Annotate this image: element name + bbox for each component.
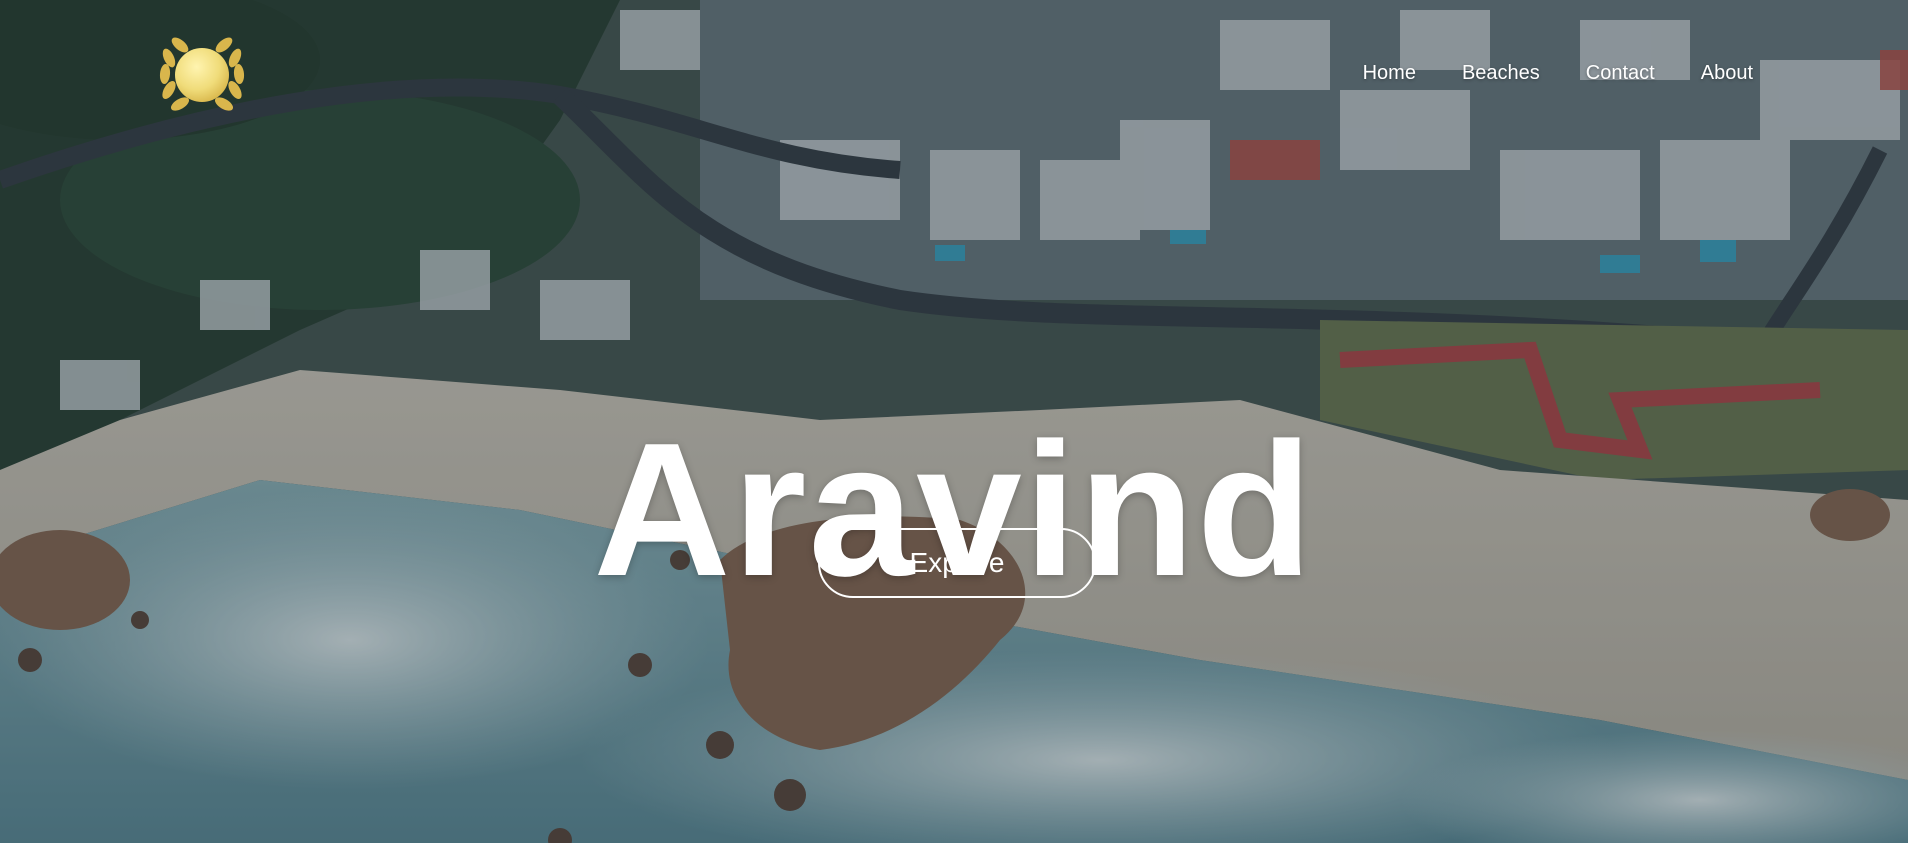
laurel-wreath-logo-icon[interactable] bbox=[155, 30, 249, 120]
nav-contact-link[interactable]: Contact bbox=[1586, 62, 1655, 85]
explore-button-label: Explore bbox=[909, 547, 1005, 578]
main-nav: Home Beaches Contact About bbox=[1317, 62, 1753, 85]
explore-button[interactable]: Explore bbox=[818, 528, 1096, 598]
hero-section: Home Beaches Contact About Aravind Explo… bbox=[0, 0, 1908, 843]
nav-beaches-link[interactable]: Beaches bbox=[1462, 62, 1540, 85]
nav-home-link[interactable]: Home bbox=[1363, 62, 1416, 85]
nav-about-link[interactable]: About bbox=[1701, 62, 1753, 85]
